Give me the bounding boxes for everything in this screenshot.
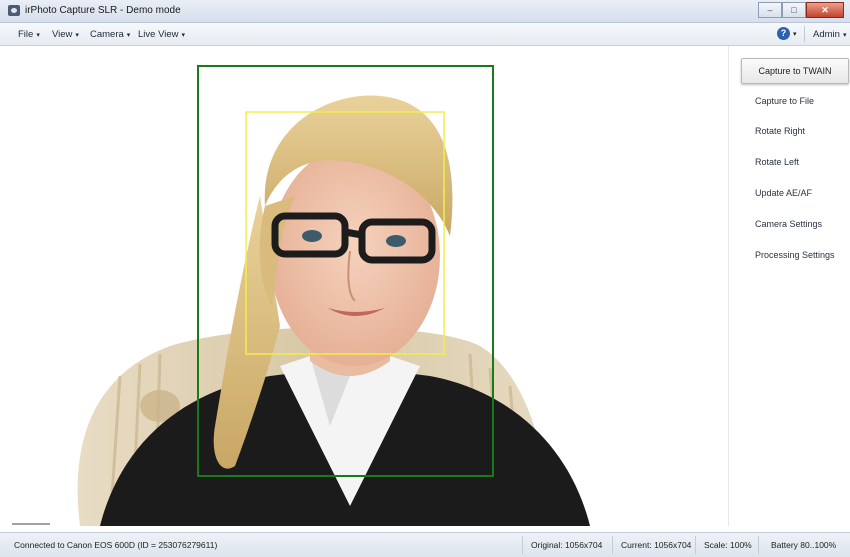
scale-value: Scale: 100% [704, 540, 752, 550]
minimize-icon[interactable]: – [758, 2, 782, 18]
connection-status: Connected to Canon EOS 600D (ID = 253076… [14, 540, 218, 550]
camera-settings-button[interactable]: Camera Settings [755, 219, 822, 229]
menu-view-label: View [52, 29, 73, 40]
menu-file[interactable]: File ▾ [18, 29, 40, 40]
capture-to-file-button[interactable]: Capture to File [755, 96, 814, 106]
app-camera-icon [8, 5, 20, 16]
status-divider [522, 536, 523, 554]
original-size: Original: 1056x704 [531, 540, 603, 550]
rotate-left-button[interactable]: Rotate Left [755, 157, 799, 167]
status-divider [695, 536, 696, 554]
live-view-area[interactable] [10, 46, 728, 526]
menu-camera[interactable]: Camera ▾ [90, 29, 130, 40]
current-size: Current: 1056x704 [621, 540, 692, 550]
help-chevron-down-icon[interactable]: ▾ [793, 30, 797, 38]
capture-to-twain-button[interactable]: Capture to TWAIN [741, 58, 849, 84]
chevron-down-icon: ▾ [126, 32, 131, 39]
chevron-down-icon: ▾ [842, 32, 847, 39]
window-title: irPhoto Capture SLR - Demo mode [25, 5, 181, 16]
camera-preview-image [10, 46, 728, 526]
action-panel: Capture to TWAIN Capture to File Rotate … [728, 46, 850, 526]
menu-file-label: File [18, 29, 34, 40]
menu-divider [804, 26, 805, 42]
menu-admin-label: Admin [813, 29, 840, 40]
menu-live-view[interactable]: Live View ▾ [138, 29, 185, 40]
window-controls: – □ ✕ [758, 2, 844, 18]
status-divider [758, 536, 759, 554]
maximize-icon[interactable]: □ [782, 2, 806, 18]
close-icon[interactable]: ✕ [806, 2, 844, 18]
battery-status: Battery 80..100% [771, 540, 837, 550]
status-bar: Connected to Canon EOS 600D (ID = 253076… [0, 532, 850, 557]
menu-camera-label: Camera [90, 29, 124, 40]
rotate-right-button[interactable]: Rotate Right [755, 126, 805, 136]
processing-settings-button[interactable]: Processing Settings [755, 250, 835, 260]
chevron-down-icon: ▾ [75, 32, 79, 39]
menu-live-view-label: Live View [138, 29, 179, 40]
chevron-down-icon: ▾ [36, 32, 40, 39]
chevron-down-icon: ▾ [181, 32, 186, 39]
title-bar: irPhoto Capture SLR - Demo mode – □ ✕ [0, 0, 850, 23]
update-ae-af-button[interactable]: Update AE/AF [755, 188, 812, 198]
status-divider [612, 536, 613, 554]
menu-admin[interactable]: Admin ▾ [813, 29, 846, 40]
menu-bar: File ▾ View ▾ Camera ▾ Live View ▾ ? ▾ Admin… [0, 23, 850, 46]
help-icon[interactable]: ? [777, 27, 790, 40]
menu-view[interactable]: View ▾ [52, 29, 79, 40]
